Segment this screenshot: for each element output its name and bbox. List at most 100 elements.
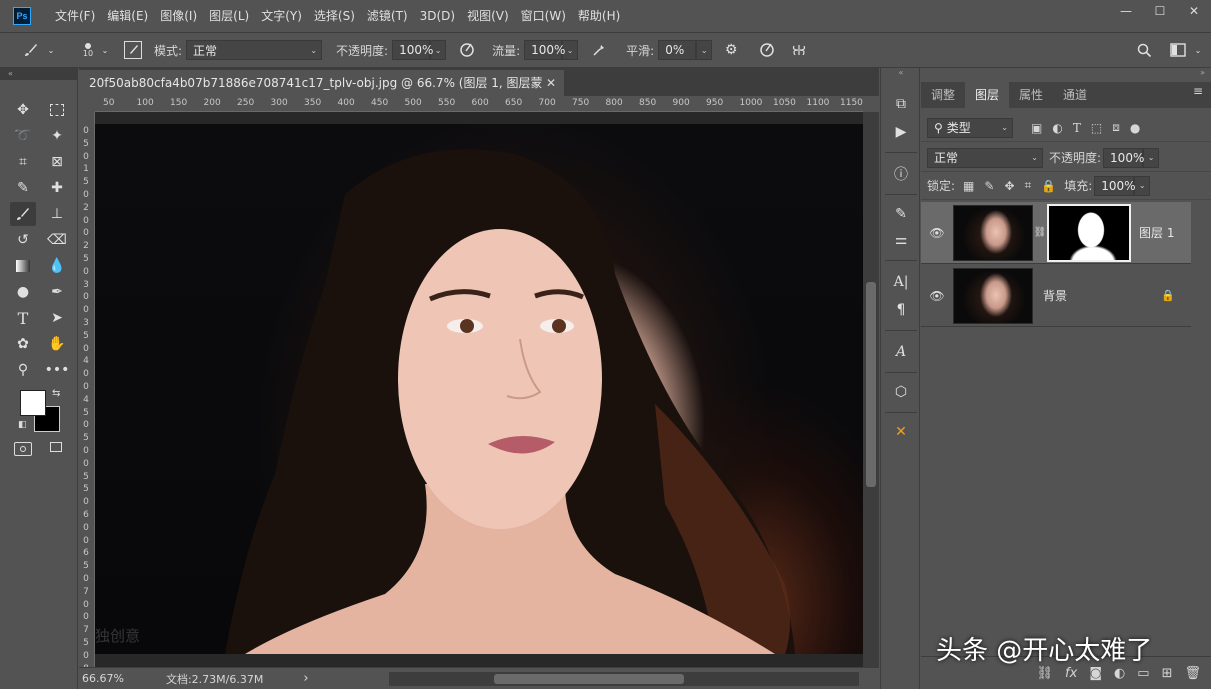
airbrush-icon[interactable] [590, 42, 608, 58]
ruler-origin[interactable] [79, 96, 95, 112]
search-icon[interactable] [1135, 43, 1153, 58]
visibility-eye-icon[interactable]: 👁 [921, 226, 953, 240]
layer-opacity-slider-toggle[interactable]: ⌄ [1143, 147, 1160, 168]
vertical-scrollbar[interactable] [863, 112, 879, 667]
menu-3d[interactable]: 3D(D) [414, 0, 461, 32]
lock-all-icon[interactable]: 🔒 [1041, 179, 1056, 193]
delete-layer-icon[interactable]: 🗑 [1184, 666, 1201, 681]
gradient-tool-icon[interactable] [10, 254, 36, 278]
menu-view[interactable]: 视图(V) [461, 0, 515, 32]
brush-settings-panel-icon[interactable]: ✎ [889, 202, 913, 226]
workspace-chevron-icon[interactable]: ⌄ [1193, 46, 1203, 55]
clone-stamp-tool-icon[interactable]: ⊥ [44, 202, 70, 226]
shape-filter-icon[interactable]: ⬚ [1091, 121, 1102, 135]
3d-panel-icon[interactable]: ⬡ [889, 380, 913, 404]
horizontal-scrollbar[interactable] [389, 672, 859, 686]
layer-mask-thumbnail[interactable] [1047, 203, 1131, 262]
spot-healing-tool-icon[interactable]: ✚ [44, 176, 70, 200]
layer-row-layer1[interactable]: 👁 ⛓ 图层 1 [921, 202, 1191, 264]
zoom-tool-icon[interactable]: ⚲ [10, 358, 36, 382]
pixel-filter-icon[interactable]: ▣ [1031, 121, 1042, 135]
tab-layers[interactable]: 图层 [965, 82, 1010, 108]
tab-adjustments[interactable]: 调整 [921, 82, 965, 108]
fill-input[interactable]: 100% [1094, 175, 1136, 196]
filter-toggle-icon[interactable]: ● [1130, 121, 1140, 135]
pressure-size-icon[interactable] [758, 42, 776, 58]
crop-tool-icon[interactable]: ⌗ [10, 150, 36, 174]
vertical-scrollbar-thumb[interactable] [866, 282, 876, 487]
workspace-icon[interactable] [1169, 43, 1187, 57]
visibility-eye-icon[interactable]: 👁 [921, 289, 953, 303]
layer-name[interactable]: 图层 1 [1139, 224, 1174, 241]
pen-tool-icon[interactable]: ✒ [44, 280, 70, 304]
filter-kind-dropdown[interactable]: ⚲ 类型 ⌄ [927, 117, 1013, 138]
new-group-icon[interactable]: ▭ [1137, 666, 1149, 681]
brush-settings-icon[interactable] [124, 41, 142, 59]
plugin-tools-icon[interactable]: ✕ [889, 420, 913, 444]
document-tab[interactable]: 20f50ab80cfa4b07b71886e708741c17_tplv-ob… [79, 70, 564, 116]
menu-layer[interactable]: 图层(L) [203, 0, 255, 32]
layer-thumbnail[interactable] [953, 204, 1033, 261]
menu-select[interactable]: 选择(S) [308, 0, 361, 32]
path-selection-tool-icon[interactable]: ➤ [44, 306, 70, 330]
close-document-icon[interactable]: ✕ [546, 70, 556, 96]
horizontal-ruler[interactable]: 50 100 150 200 250 300 350 400 450 500 550 600 650 70… [95, 96, 863, 112]
lasso-tool-icon[interactable]: ➰ [10, 124, 36, 148]
brush-tool-button-icon[interactable] [10, 202, 36, 226]
link-layers-icon[interactable]: ⛓ [1037, 666, 1054, 681]
menu-image[interactable]: 图像(I) [154, 0, 203, 32]
more-tools-icon[interactable]: ••• [44, 358, 70, 382]
layer-opacity-input[interactable]: 100% [1103, 147, 1144, 168]
layer-thumbnail[interactable] [953, 267, 1033, 324]
brush-picker-chevron-icon[interactable]: ⌄ [100, 46, 110, 55]
fill-slider-toggle[interactable]: ⌄ [1134, 175, 1151, 196]
add-mask-icon[interactable]: ◙ [1089, 666, 1102, 681]
shape-tool-icon[interactable]: ✿ [10, 332, 36, 356]
menu-type[interactable]: 文字(Y) [255, 0, 308, 32]
quick-mask-icon[interactable] [14, 442, 32, 456]
info-panel-icon[interactable]: ⓘ [889, 162, 913, 186]
menu-window[interactable]: 窗口(W) [515, 0, 572, 32]
paragraph-panel-icon[interactable]: ¶ [889, 298, 913, 322]
tool-preset-chevron-icon[interactable]: ⌄ [46, 46, 56, 55]
type-filter-icon[interactable]: T [1073, 121, 1081, 135]
new-layer-icon[interactable]: ⊞ [1162, 666, 1173, 681]
flow-input[interactable]: 100% [524, 40, 565, 60]
magic-wand-tool-icon[interactable]: ✦ [44, 124, 70, 148]
menu-edit[interactable]: 编辑(E) [101, 0, 154, 32]
character-panel-icon[interactable]: A| [889, 270, 913, 294]
horizontal-scrollbar-thumb[interactable] [494, 674, 684, 684]
lock-artboard-icon[interactable]: ⌗ [1025, 178, 1032, 193]
tab-channels[interactable]: 通道 [1053, 82, 1097, 108]
menu-filter[interactable]: 滤镜(T) [361, 0, 414, 32]
marquee-tool-icon[interactable] [44, 98, 70, 122]
opacity-input[interactable]: 100% [392, 40, 433, 60]
smoothing-options-gear-icon[interactable]: ⚙ [722, 42, 740, 58]
vertical-ruler[interactable]: 0 5 0 1 5 0 2 0 0 2 5 0 3 0 0 3 5 0 4 0 0 4 5 0 5 0 0 5 5 0 6 0 0 6 5 0 7 0 0 7… [79, 112, 95, 667]
tab-properties[interactable]: 属性 [1009, 82, 1053, 108]
swap-colors-icon[interactable]: ⇆ [52, 388, 60, 399]
smoothing-input[interactable]: 0% [658, 40, 697, 60]
maximize-button[interactable]: ☐ [1143, 0, 1177, 22]
close-button[interactable]: ✕ [1177, 0, 1211, 22]
lock-position-icon[interactable]: ✥ [1004, 179, 1014, 193]
blur-tool-icon[interactable]: 💧 [44, 254, 70, 278]
canvas-area[interactable]: 独创意 [95, 112, 863, 667]
tools-collapse-icon[interactable]: « [0, 68, 77, 80]
move-tool-icon[interactable]: ✥ [10, 98, 36, 122]
adjustment-layer-icon[interactable]: ◐ [1114, 666, 1125, 681]
tool-presets-panel-icon[interactable]: ⚌ [889, 228, 913, 252]
pressure-opacity-icon[interactable] [458, 42, 476, 58]
blend-mode-dropdown[interactable]: 正常 ⌄ [927, 147, 1043, 168]
smoothing-slider-toggle[interactable]: ⌄ [696, 40, 713, 60]
smart-object-filter-icon[interactable]: ⧈ [1112, 120, 1120, 135]
menu-file[interactable]: 文件(F) [49, 0, 101, 32]
mask-link-icon[interactable]: ⛓ [1033, 227, 1047, 238]
minimize-button[interactable]: — [1109, 0, 1143, 22]
adjustment-filter-icon[interactable]: ◐ [1052, 121, 1062, 135]
symmetry-butterfly-icon[interactable] [790, 42, 808, 58]
brush-preset-picker[interactable]: 10 [78, 42, 98, 58]
hand-tool-icon[interactable]: ✋ [44, 332, 70, 356]
dodge-tool-icon[interactable]: ● [10, 280, 36, 304]
screen-mode-icon[interactable] [46, 442, 64, 456]
